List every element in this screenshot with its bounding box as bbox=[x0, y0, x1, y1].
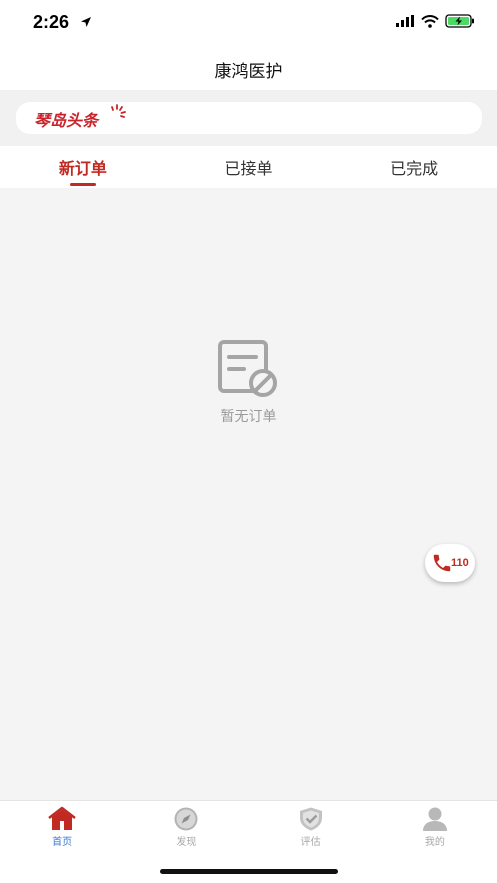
tab-label: 新订单 bbox=[58, 159, 107, 178]
status-bar: 2:26 bbox=[0, 0, 497, 48]
tabbar-label: 我的 bbox=[424, 837, 445, 848]
order-list-area[interactable]: 暂无订单 110 bbox=[0, 188, 497, 800]
tabbar-item-profile[interactable]: 我的 bbox=[373, 801, 497, 883]
news-logo: 琴岛头条 bbox=[34, 111, 99, 130]
tabbar-label: 评估 bbox=[300, 837, 321, 848]
order-tabs: 新订单 已接单 已完成 bbox=[0, 146, 497, 188]
emergency-call-button[interactable]: 110 bbox=[425, 544, 475, 582]
tabbar-item-home[interactable]: 首页 bbox=[0, 801, 124, 883]
active-tab-indicator bbox=[69, 183, 96, 186]
battery-charging-icon bbox=[445, 14, 474, 28]
compass-icon bbox=[174, 807, 198, 831]
page-title: 康鸿医护 bbox=[214, 61, 283, 82]
news-spark-icon bbox=[111, 104, 126, 118]
tab-new-orders[interactable]: 新订单 bbox=[0, 146, 166, 188]
status-time: 2:26 bbox=[33, 12, 70, 32]
cellular-signal-icon bbox=[396, 15, 414, 27]
call-number: 110 bbox=[451, 557, 469, 569]
home-icon bbox=[48, 806, 76, 830]
tabbar-label: 发现 bbox=[176, 837, 197, 848]
news-banner-area: 琴岛头条 bbox=[0, 90, 497, 146]
tab-label: 已完成 bbox=[390, 159, 439, 178]
user-icon bbox=[422, 807, 447, 831]
tabbar-label: 首页 bbox=[52, 837, 73, 848]
empty-state-text: 暂无订单 bbox=[220, 409, 277, 425]
tab-label: 已接单 bbox=[224, 159, 273, 178]
location-arrow-icon bbox=[81, 17, 91, 27]
empty-order-icon bbox=[218, 340, 277, 397]
news-banner[interactable]: 琴岛头条 bbox=[16, 102, 482, 134]
home-indicator bbox=[160, 869, 338, 874]
tab-completed-orders[interactable]: 已完成 bbox=[331, 146, 497, 188]
nav-bar: 康鸿医护 bbox=[0, 48, 497, 90]
shield-check-icon bbox=[299, 807, 322, 831]
tab-accepted-orders[interactable]: 已接单 bbox=[166, 146, 332, 188]
wifi-icon bbox=[421, 14, 439, 28]
phone-icon bbox=[433, 554, 451, 572]
